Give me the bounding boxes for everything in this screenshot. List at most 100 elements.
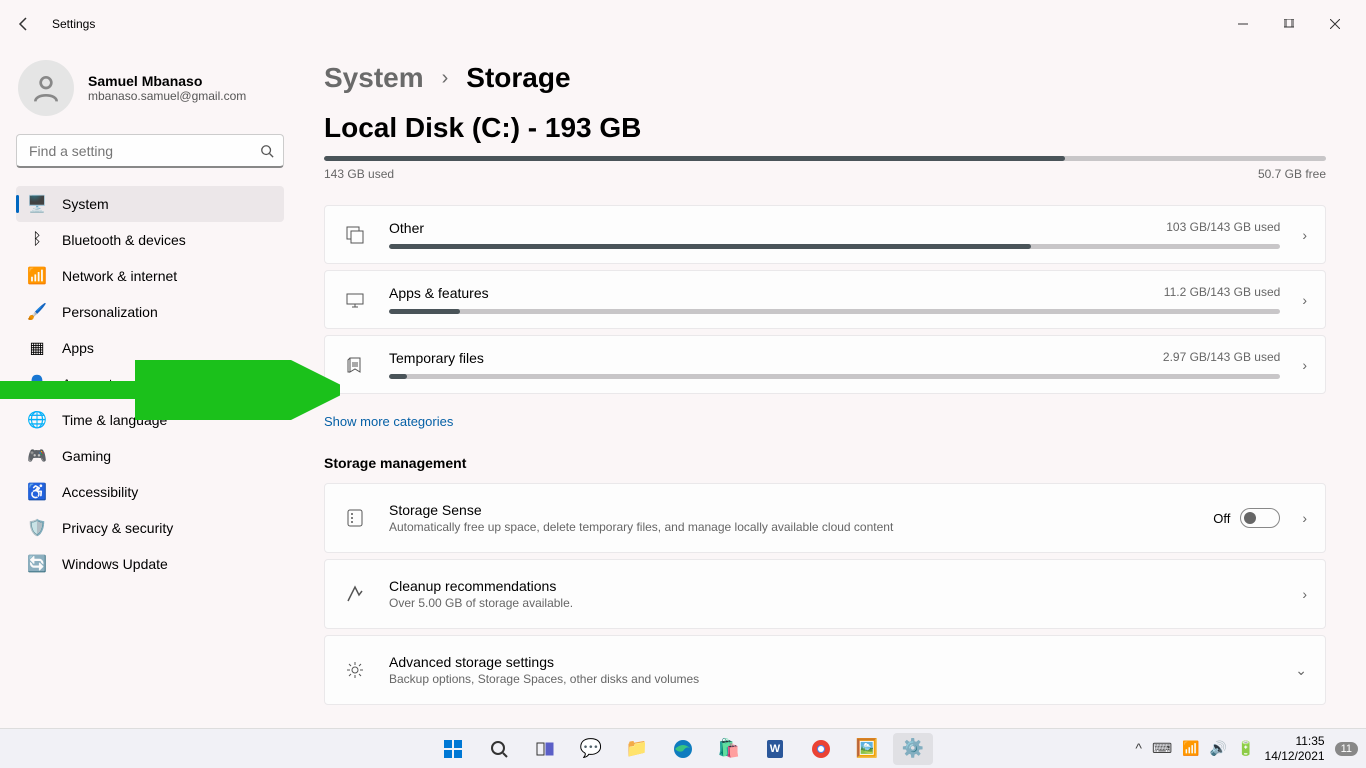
tray-chevron-icon[interactable]: ^ [1135,740,1142,757]
category-icon [343,355,367,375]
start-button[interactable] [433,733,473,765]
category-label: Other [389,220,424,236]
category-other[interactable]: Other 103 GB/143 GB used › [324,205,1326,264]
maximize-button[interactable] [1266,8,1312,40]
minimize-button[interactable] [1220,8,1266,40]
chevron-right-icon: › [1302,586,1307,602]
taskbar-explorer[interactable]: 📁 [617,733,657,765]
chevron-right-icon: › [442,67,449,90]
category-icon [343,290,367,310]
nav-label: Bluetooth & devices [62,232,186,248]
taskbar-settings[interactable]: ⚙️ [893,733,933,765]
mgmt-title: Storage Sense [389,502,1191,518]
taskbar-word[interactable]: W [755,733,795,765]
chevron-down-icon: ⌄ [1295,662,1307,679]
tray-wifi-icon[interactable]: 📶 [1182,740,1199,757]
close-icon [1330,19,1340,29]
taskbar-chat[interactable]: 💬 [571,733,611,765]
category-label: Apps & features [389,285,489,301]
tray-time: 11:35 [1265,734,1325,748]
close-button[interactable] [1312,8,1358,40]
taskbar-store[interactable]: 🛍️ [709,733,749,765]
avatar [18,60,74,116]
taskbar-edge[interactable] [663,733,703,765]
nav-label: Network & internet [62,268,177,284]
nav-item-accessibility[interactable]: ♿Accessibility [16,474,284,510]
tray-battery-icon[interactable]: 🔋 [1237,740,1254,757]
profile-email: mbanaso.samuel@gmail.com [88,89,246,103]
search-input[interactable] [16,134,284,168]
titlebar: Settings [0,0,1366,48]
storage-sense-toggle[interactable] [1240,508,1280,528]
chevron-right-icon: › [1302,510,1307,526]
nav-item-personalization[interactable]: 🖌️Personalization [16,294,284,330]
nav-icon: ᛒ [28,231,46,249]
category-bar [389,374,1280,379]
nav-item-bluetooth-devices[interactable]: ᛒ Bluetooth & devices [16,222,284,258]
mgmt-advanced-storage-settings[interactable]: Advanced storage settings Backup options… [324,635,1326,705]
nav-item-apps[interactable]: ▦Apps [16,330,284,366]
storage-management-heading: Storage management [324,455,1326,471]
nav-label: Windows Update [62,556,168,572]
mgmt-icon [343,660,367,680]
mgmt-subtitle: Over 5.00 GB of storage available. [389,596,1280,610]
breadcrumb-current: Storage [466,62,570,94]
breadcrumb-parent[interactable]: System [324,62,424,94]
mgmt-storage-sense[interactable]: Storage Sense Automatically free up spac… [324,483,1326,553]
nav-item-system[interactable]: 🖥️System [16,186,284,222]
arrow-left-icon [16,16,32,32]
profile-section[interactable]: Samuel Mbanaso mbanaso.samuel@gmail.com [16,56,284,134]
search-icon [260,144,274,158]
tray-keyboard-icon[interactable]: ⌨ [1152,740,1172,757]
taskbar: 💬 📁 🛍️ W 🖼️ ⚙️ ^ ⌨ 📶 🔊 🔋 11:35 14/12/202… [0,728,1366,768]
search-box [16,134,284,168]
window-title: Settings [52,17,95,31]
taskbar-center: 💬 📁 🛍️ W 🖼️ ⚙️ [433,733,933,765]
nav-item-gaming[interactable]: 🎮Gaming [16,438,284,474]
mgmt-title: Cleanup recommendations [389,578,1280,594]
mgmt-icon [343,584,367,604]
category-icon [343,225,367,245]
window-controls [1220,8,1358,40]
tray-notification-badge[interactable]: 11 [1335,742,1358,756]
mgmt-subtitle: Backup options, Storage Spaces, other di… [389,672,1273,686]
search-icon [490,740,508,758]
toggle-label: Off [1213,511,1230,526]
show-more-categories-link[interactable]: Show more categories [324,414,453,429]
taskbar-taskview[interactable] [525,733,565,765]
disk-usage-bar [324,156,1326,161]
windows-icon [444,740,462,758]
nav-icon: ♿ [28,483,46,501]
nav-icon: 🎮 [28,447,46,465]
category-usage: 11.2 GB/143 GB used [1164,285,1281,301]
taskbar-photos[interactable]: 🖼️ [847,733,887,765]
chevron-right-icon: › [1302,292,1307,308]
profile-name: Samuel Mbanaso [88,73,246,89]
category-usage: 2.97 GB/143 GB used [1163,350,1280,366]
nav-label: Privacy & security [62,520,173,536]
category-fill [389,374,407,379]
taskbar-chrome[interactable] [801,733,841,765]
tray-clock[interactable]: 11:35 14/12/2021 [1265,734,1325,763]
nav-item-windows-update[interactable]: 🔄 Windows Update [16,546,284,582]
back-button[interactable] [8,8,40,40]
nav-item-accounts[interactable]: 👤Accounts [16,366,284,402]
category-temporary-files[interactable]: Temporary files 2.97 GB/143 GB used › [324,335,1326,394]
edge-icon [673,739,693,759]
nav-item-network-internet[interactable]: 📶Network & internet [16,258,284,294]
nav-label: System [62,196,109,212]
nav-icon: 🛡️ [28,519,46,537]
category-fill [389,244,1031,249]
mgmt-cleanup-recommendations[interactable]: Cleanup recommendations Over 5.00 GB of … [324,559,1326,629]
category-fill [389,309,460,314]
nav-item-privacy-security[interactable]: 🛡️ Privacy & security [16,510,284,546]
taskview-icon [536,740,554,758]
nav-icon: 🔄 [28,555,46,573]
nav-icon: ▦ [28,339,46,357]
taskbar-search[interactable] [479,733,519,765]
nav-label: Accounts [62,376,120,392]
nav-item-time-language[interactable]: 🌐Time & language [16,402,284,438]
disk-usage-fill [324,156,1065,161]
category-apps-features[interactable]: Apps & features 11.2 GB/143 GB used › [324,270,1326,329]
tray-volume-icon[interactable]: 🔊 [1210,740,1227,757]
